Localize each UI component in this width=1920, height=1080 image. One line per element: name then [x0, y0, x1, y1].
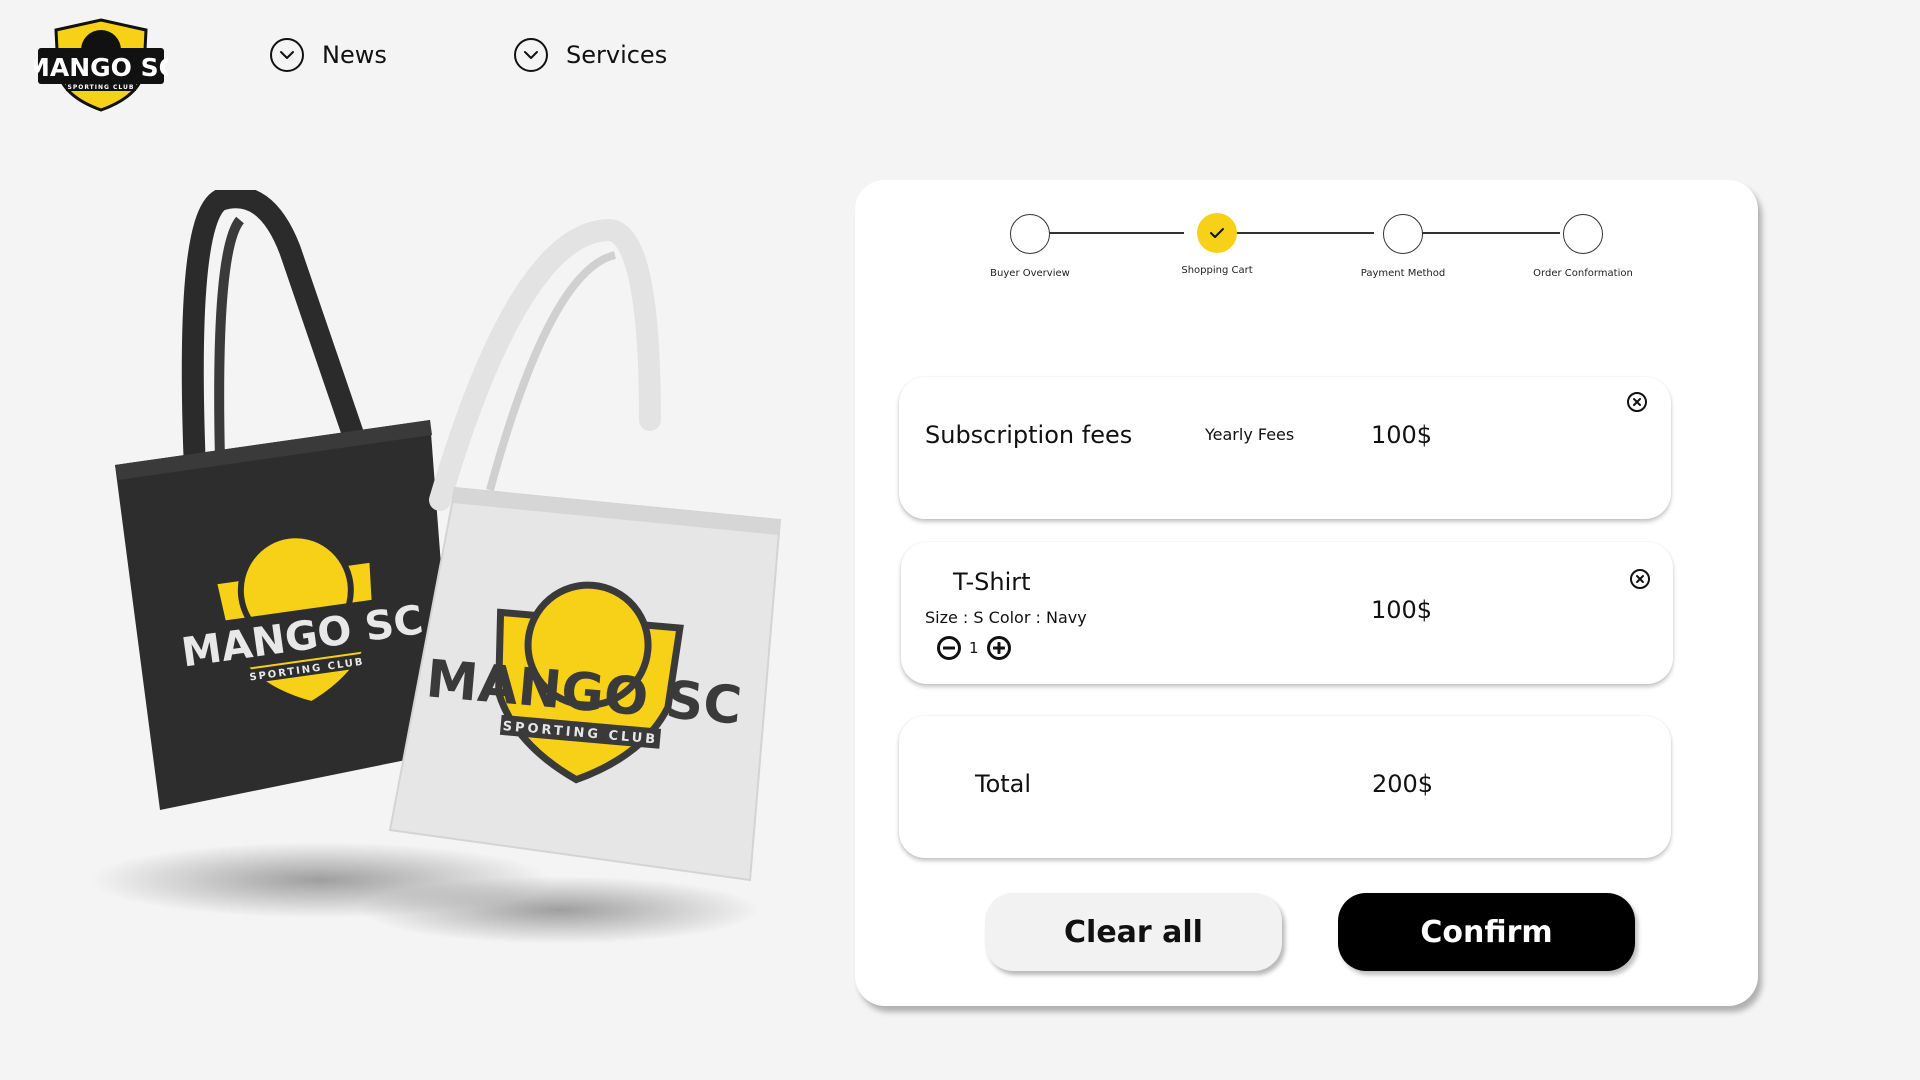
- item-name: Subscription fees: [925, 421, 1133, 449]
- step-buyer-overview[interactable]: Buyer Overview: [950, 214, 1110, 279]
- nav-item-services[interactable]: Services: [514, 38, 667, 72]
- clear-all-button[interactable]: Clear all: [985, 893, 1282, 971]
- step-label: Shopping Cart: [1181, 265, 1253, 276]
- check-icon: [1210, 228, 1224, 238]
- plus-icon: [992, 642, 1005, 654]
- step-circle: [1383, 214, 1423, 254]
- checkout-card: Buyer Overview Shopping Cart Payment Met…: [855, 180, 1758, 1006]
- remove-item-button[interactable]: [1627, 392, 1647, 412]
- step-shopping-cart[interactable]: Shopping Cart: [1137, 213, 1297, 276]
- step-circle: [1010, 214, 1050, 254]
- item-price: 100$: [1371, 421, 1433, 449]
- checkout-stepper: Buyer Overview Shopping Cart Payment Met…: [855, 180, 1758, 320]
- step-label: Payment Method: [1360, 268, 1446, 279]
- nav-label: Services: [566, 41, 668, 69]
- step-order-conformation[interactable]: Order Conformation: [1503, 214, 1663, 279]
- nav-label: News: [322, 41, 387, 69]
- total-label: Total: [975, 770, 1032, 798]
- svg-text:SPORTING CLUB: SPORTING CLUB: [68, 84, 135, 91]
- step-label: Order Conformation: [1533, 268, 1633, 279]
- step-circle: [1563, 214, 1603, 254]
- step-circle-active: [1197, 213, 1237, 253]
- close-icon: [1636, 575, 1644, 583]
- total-value: 200$: [1372, 770, 1434, 798]
- step-payment-method[interactable]: Payment Method: [1323, 214, 1483, 279]
- item-name: T-Shirt: [953, 568, 1031, 596]
- svg-text:MANGO SC: MANGO SC: [34, 53, 168, 82]
- increase-quantity-button[interactable]: [986, 636, 1011, 660]
- mango-sc-logo[interactable]: MANGO SC SPORTING CLUB: [34, 18, 168, 112]
- quantity-value: 1: [969, 639, 979, 657]
- chevron-down-icon: [514, 38, 548, 72]
- chevron-down-icon: [270, 38, 304, 72]
- cart-item-subscription: Subscription fees Yearly Fees 100$: [899, 377, 1671, 519]
- cart-total: Total 200$: [899, 716, 1671, 858]
- decrease-quantity-button[interactable]: [937, 636, 961, 660]
- confirm-button[interactable]: Confirm: [1338, 893, 1635, 971]
- item-price: 100$: [1371, 596, 1433, 624]
- nav-item-news[interactable]: News: [270, 38, 387, 72]
- close-icon: [1633, 398, 1641, 406]
- tote-bags-image: MANGO SC SPORTING CLUB MANGO SC SPORTING…: [90, 190, 782, 944]
- quantity-stepper: 1: [937, 636, 1011, 660]
- cart-item-tshirt: T-Shirt Size : S Color : Navy 1 100$: [901, 542, 1673, 684]
- step-label: Buyer Overview: [990, 268, 1070, 279]
- remove-item-button[interactable]: [1630, 569, 1650, 589]
- item-detail: Size : S Color : Navy: [925, 608, 1087, 627]
- minus-icon: [943, 646, 955, 650]
- item-detail: Yearly Fees: [1205, 425, 1295, 444]
